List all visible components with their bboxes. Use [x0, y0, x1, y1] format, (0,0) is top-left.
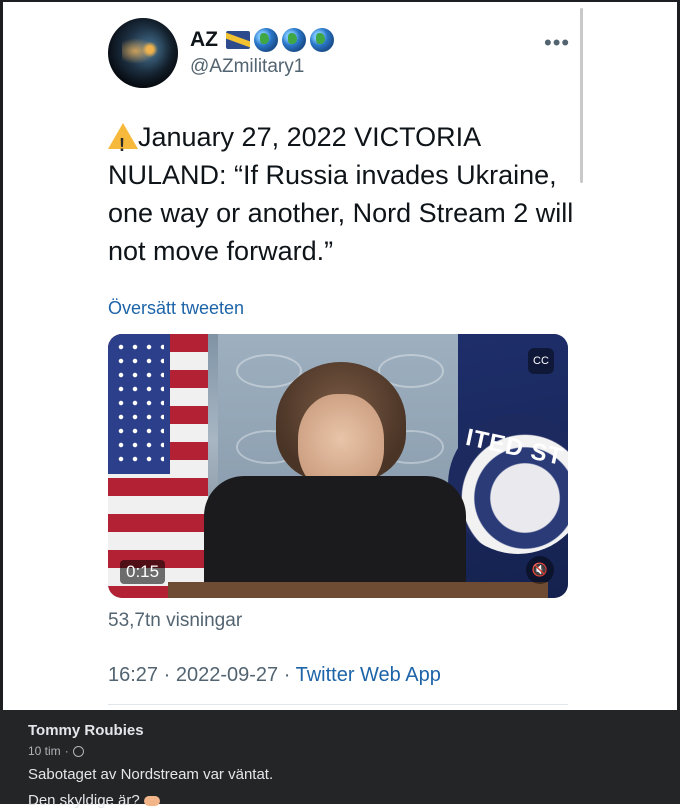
globe-icon [282, 28, 306, 52]
video-duration: 0:15 [120, 560, 166, 584]
cc-icon[interactable]: CC [528, 348, 554, 374]
more-icon[interactable]: ••• [544, 30, 570, 56]
scrollbar[interactable] [580, 8, 583, 183]
divider [108, 704, 568, 705]
display-name[interactable]: AZ [190, 28, 218, 52]
comment-timestamp: 10 tim · [28, 744, 84, 758]
author-name-row[interactable]: AZ [190, 28, 334, 52]
video-player[interactable]: ITED ST 0:15 CC 🔇 [108, 334, 568, 598]
tweet-text: January 27, 2022 VICTORIA NULAND: “If Ru… [108, 118, 578, 270]
us-flag-canton [108, 334, 170, 474]
tweet-date[interactable]: 2022-09-27 [176, 664, 278, 686]
meta-separator: · [158, 664, 176, 686]
translate-tweet-link[interactable]: Översätt tweeten [108, 298, 244, 319]
comment-author[interactable]: Tommy Roubies [28, 722, 144, 739]
tweet-time[interactable]: 16:27 [108, 664, 158, 686]
mute-icon[interactable]: 🔇 [526, 556, 554, 584]
handle[interactable]: @AZmilitary1 [190, 56, 304, 78]
comment-age-separator: · [64, 744, 69, 758]
comment-text-line: Sabotaget av Nordstream var väntat. [28, 766, 274, 783]
view-count-label: visningar [166, 610, 243, 631]
tweet-meta: 16:27 · 2022-09-27 · Twitter Web App [108, 664, 441, 687]
us-flag [108, 334, 208, 598]
view-count: 53,7tn visningar [108, 610, 242, 632]
speaker-body [204, 476, 466, 598]
globe-icon [254, 28, 278, 52]
comment-age[interactable]: 10 tim [28, 744, 61, 758]
tweet-body: January 27, 2022 VICTORIA NULAND: “If Ru… [108, 122, 574, 266]
meta-separator: · [278, 664, 296, 686]
globe-icon [310, 28, 334, 52]
public-globe-icon [72, 745, 84, 757]
avatar[interactable] [108, 18, 178, 88]
view-count-number: 53,7tn [108, 610, 161, 631]
flag-icon [226, 31, 250, 49]
warning-icon [108, 123, 138, 164]
frame-edge-top [0, 0, 680, 2]
facebook-comment-panel: Tommy Roubies 10 tim · Sabotaget av Nord… [0, 710, 680, 809]
podium [168, 582, 548, 598]
frame-edge-left [0, 0, 3, 710]
comment-text-line: Den skyldige är? [28, 792, 160, 809]
source-app-link[interactable]: Twitter Web App [296, 664, 441, 686]
pointing-hand-icon [143, 796, 160, 807]
comment-question: Den skyldige är? [28, 792, 140, 809]
